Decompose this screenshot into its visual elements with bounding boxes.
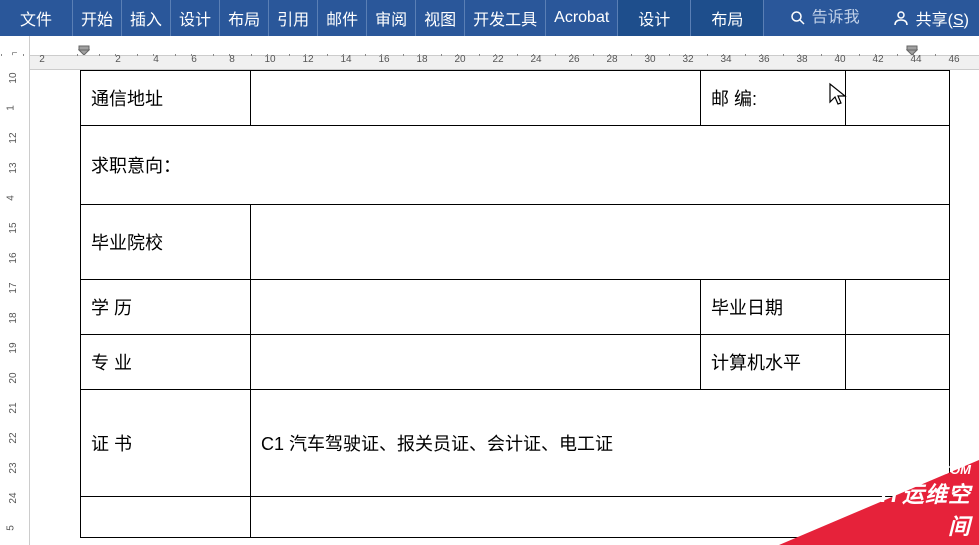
ruler-v-label: 19 [8, 342, 19, 353]
ruler-v-label: 21 [8, 402, 19, 413]
tab-mailings[interactable]: 邮件 [318, 0, 367, 36]
ribbon-bar: 文件 开始 插入 设计 布局 引用 邮件 审阅 视图 开发工具 Acrobat … [0, 0, 979, 36]
ruler-v-label: 22 [8, 432, 19, 443]
ruler-h-label: 2 [115, 54, 121, 65]
tab-review[interactable]: 审阅 [367, 0, 416, 36]
watermark-name: IT运维空间 [873, 477, 971, 541]
tab-acrobat[interactable]: Acrobat [546, 0, 618, 36]
cell-computer-label[interactable]: 计算机水平 [701, 335, 846, 390]
tab-table-design[interactable]: 设计 [618, 0, 691, 36]
share-icon [892, 9, 910, 27]
ruler-v-label: 17 [8, 282, 19, 293]
ruler-indent-marker-right[interactable] [906, 42, 918, 52]
tab-insert[interactable]: 插入 [122, 0, 171, 36]
cell-postal-value[interactable] [846, 71, 950, 126]
table-row: 专 业 计算机水平 [81, 335, 950, 390]
tab-design[interactable]: 设计 [171, 0, 220, 36]
cell-empty-label[interactable] [81, 497, 251, 538]
cell-education-value[interactable] [251, 280, 701, 335]
ruler-v-label: 15 [8, 222, 19, 233]
tab-developer[interactable]: 开发工具 [465, 0, 546, 36]
cell-school-label[interactable]: 毕业院校 [81, 205, 251, 280]
ruler-v-label: 5 [5, 525, 16, 531]
ruler-v-label: 16 [8, 252, 19, 263]
ruler-v-label: 18 [8, 312, 19, 323]
cell-graddate-value[interactable] [846, 280, 950, 335]
table-row: 学 历 毕业日期 [81, 280, 950, 335]
ruler-h-label: 46 [948, 54, 959, 65]
ruler-v-label: 13 [8, 162, 19, 173]
tab-layout[interactable]: 布局 [220, 0, 269, 36]
table-row: 毕业院校 [81, 205, 950, 280]
tab-table-layout[interactable]: 布局 [691, 0, 764, 36]
tell-me-input[interactable] [812, 9, 872, 27]
tab-home[interactable]: 开始 [73, 0, 122, 36]
cell-address-value[interactable] [251, 71, 701, 126]
ruler-v-label: 12 [8, 132, 19, 143]
search-icon [790, 10, 806, 26]
ruler-v-label: 1 [5, 105, 16, 111]
cell-graddate-label[interactable]: 毕业日期 [701, 280, 846, 335]
cell-education-label[interactable]: 学 历 [81, 280, 251, 335]
tab-view[interactable]: 视图 [416, 0, 465, 36]
cell-computer-value[interactable] [846, 335, 950, 390]
ruler-h-label: 8 [229, 54, 235, 65]
table-row: 通信地址 邮 编: [81, 71, 950, 126]
cell-school-value[interactable] [251, 205, 950, 280]
cell-postal-label[interactable]: 邮 编: [701, 71, 846, 126]
ruler-v-label: 10 [8, 72, 19, 83]
ruler-v-label: 23 [8, 462, 19, 473]
horizontal-ruler[interactable]: ⌐ 22468101214161820222426283032343638404… [0, 36, 979, 70]
ruler-v-label: 4 [5, 195, 16, 201]
ruler-indent-marker-left[interactable] [78, 42, 90, 52]
cell-cert-label[interactable]: 证 书 [81, 390, 251, 497]
ruler-v-label: 24 [8, 492, 19, 503]
table-row: 求职意向： [81, 126, 950, 205]
ruler-h-label: 6 [191, 54, 197, 65]
ruler-v-label: 20 [8, 372, 19, 383]
tell-me-search[interactable] [780, 0, 882, 36]
share-button[interactable]: 共享(S) [882, 0, 979, 36]
ruler-h-label: 2 [39, 54, 45, 65]
cell-major-label[interactable]: 专 业 [81, 335, 251, 390]
share-label: 共享(S) [916, 6, 969, 30]
ruler-h-label: 4 [153, 54, 159, 65]
tab-references[interactable]: 引用 [269, 0, 318, 36]
tab-file[interactable]: 文件 [0, 0, 73, 36]
vertical-ruler[interactable]: 10 1 12 13 4 15 16 17 18 19 20 21 22 23 24 5 [0, 70, 30, 545]
watermark-url: WWW.94IP.COM [873, 462, 971, 477]
cell-address-label[interactable]: 通信地址 [81, 71, 251, 126]
cell-major-value[interactable] [251, 335, 701, 390]
ruler-corner: ⌐ [0, 36, 30, 70]
cell-job-intention[interactable]: 求职意向： [81, 126, 950, 205]
